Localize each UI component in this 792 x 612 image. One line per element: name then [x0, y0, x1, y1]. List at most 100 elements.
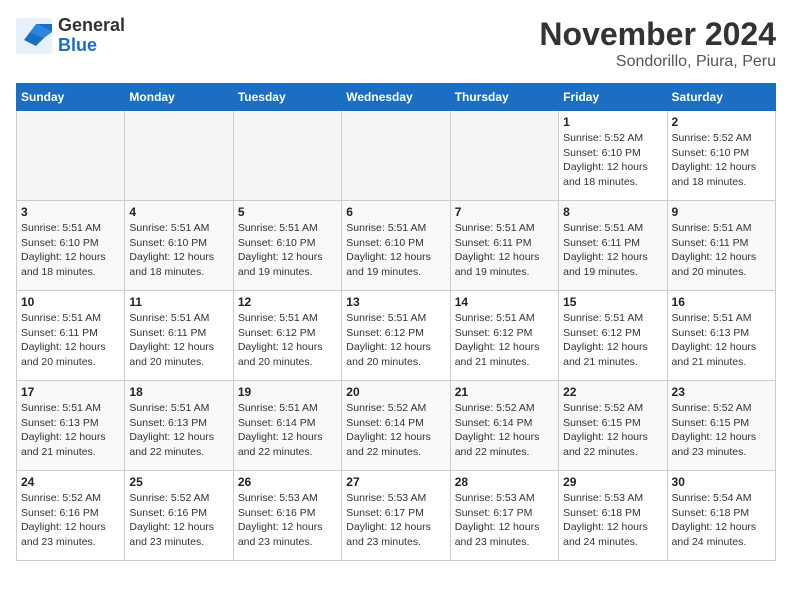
day-info: Sunrise: 5:52 AM Sunset: 6:15 PM Dayligh… [563, 401, 662, 460]
day-info: Sunrise: 5:51 AM Sunset: 6:10 PM Dayligh… [238, 221, 337, 280]
calendar-cell: 24 Sunrise: 5:52 AM Sunset: 6:16 PM Dayli… [17, 471, 125, 561]
calendar-header: SundayMondayTuesdayWednesdayThursdayFrid… [17, 84, 776, 111]
day-info: Sunrise: 5:51 AM Sunset: 6:10 PM Dayligh… [346, 221, 445, 280]
weekday-header: Saturday [667, 84, 775, 111]
day-number: 21 [455, 385, 554, 399]
day-number: 1 [563, 115, 662, 129]
day-info: Sunrise: 5:53 AM Sunset: 6:16 PM Dayligh… [238, 491, 337, 550]
day-number: 2 [672, 115, 771, 129]
calendar-title: November 2024 [539, 16, 776, 53]
day-info: Sunrise: 5:52 AM Sunset: 6:14 PM Dayligh… [346, 401, 445, 460]
day-info: Sunrise: 5:51 AM Sunset: 6:12 PM Dayligh… [346, 311, 445, 370]
day-info: Sunrise: 5:51 AM Sunset: 6:13 PM Dayligh… [21, 401, 120, 460]
calendar-cell [125, 111, 233, 201]
calendar-cell: 27 Sunrise: 5:53 AM Sunset: 6:17 PM Dayli… [342, 471, 450, 561]
day-number: 27 [346, 475, 445, 489]
calendar-cell: 20 Sunrise: 5:52 AM Sunset: 6:14 PM Dayli… [342, 381, 450, 471]
calendar-subtitle: Sondorillo, Piura, Peru [539, 53, 776, 71]
page-header: General Blue November 2024 Sondorillo, P… [16, 16, 776, 71]
day-number: 19 [238, 385, 337, 399]
day-info: Sunrise: 5:51 AM Sunset: 6:11 PM Dayligh… [21, 311, 120, 370]
day-number: 4 [129, 205, 228, 219]
day-info: Sunrise: 5:51 AM Sunset: 6:13 PM Dayligh… [129, 401, 228, 460]
day-number: 25 [129, 475, 228, 489]
day-info: Sunrise: 5:54 AM Sunset: 6:18 PM Dayligh… [672, 491, 771, 550]
day-number: 24 [21, 475, 120, 489]
day-info: Sunrise: 5:52 AM Sunset: 6:14 PM Dayligh… [455, 401, 554, 460]
day-number: 28 [455, 475, 554, 489]
calendar-cell: 13 Sunrise: 5:51 AM Sunset: 6:12 PM Dayli… [342, 291, 450, 381]
logo-text: General Blue [58, 16, 125, 56]
calendar-cell: 5 Sunrise: 5:51 AM Sunset: 6:10 PM Daylig… [233, 201, 341, 291]
day-number: 8 [563, 205, 662, 219]
calendar-cell: 6 Sunrise: 5:51 AM Sunset: 6:10 PM Daylig… [342, 201, 450, 291]
day-number: 10 [21, 295, 120, 309]
calendar-cell: 9Sunrise: 5:51 AM Sunset: 6:11 PM Daylig… [667, 201, 775, 291]
calendar-week-row: 17 Sunrise: 5:51 AM Sunset: 6:13 PM Dayli… [17, 381, 776, 471]
day-number: 3 [21, 205, 120, 219]
day-number: 30 [672, 475, 771, 489]
day-info: Sunrise: 5:53 AM Sunset: 6:18 PM Dayligh… [563, 491, 662, 550]
day-number: 9 [672, 205, 771, 219]
weekday-header: Thursday [450, 84, 558, 111]
day-number: 13 [346, 295, 445, 309]
day-info: Sunrise: 5:52 AM Sunset: 6:16 PM Dayligh… [21, 491, 120, 550]
calendar-week-row: 10 Sunrise: 5:51 AM Sunset: 6:11 PM Dayli… [17, 291, 776, 381]
day-number: 14 [455, 295, 554, 309]
logo: General Blue [16, 16, 125, 56]
calendar-week-row: 24 Sunrise: 5:52 AM Sunset: 6:16 PM Dayli… [17, 471, 776, 561]
calendar-cell: 29 Sunrise: 5:53 AM Sunset: 6:18 PM Dayli… [559, 471, 667, 561]
calendar-cell [233, 111, 341, 201]
day-number: 23 [672, 385, 771, 399]
day-number: 26 [238, 475, 337, 489]
day-info: Sunrise: 5:51 AM Sunset: 6:11 PM Dayligh… [455, 221, 554, 280]
day-info: Sunrise: 5:52 AM Sunset: 6:10 PM Dayligh… [672, 131, 771, 190]
calendar-cell: 28Sunrise: 5:53 AM Sunset: 6:17 PM Dayli… [450, 471, 558, 561]
calendar-table: SundayMondayTuesdayWednesdayThursdayFrid… [16, 83, 776, 561]
calendar-cell: 2 Sunrise: 5:52 AM Sunset: 6:10 PM Daylig… [667, 111, 775, 201]
calendar-cell: 19 Sunrise: 5:51 AM Sunset: 6:14 PM Dayli… [233, 381, 341, 471]
calendar-cell [17, 111, 125, 201]
calendar-cell: 10 Sunrise: 5:51 AM Sunset: 6:11 PM Dayli… [17, 291, 125, 381]
day-info: Sunrise: 5:51 AM Sunset: 6:10 PM Dayligh… [21, 221, 120, 280]
calendar-cell [342, 111, 450, 201]
day-number: 5 [238, 205, 337, 219]
weekday-header: Friday [559, 84, 667, 111]
calendar-cell [450, 111, 558, 201]
calendar-cell: 11 Sunrise: 5:51 AM Sunset: 6:11 PM Dayli… [125, 291, 233, 381]
calendar-cell: 22Sunrise: 5:52 AM Sunset: 6:15 PM Dayli… [559, 381, 667, 471]
calendar-cell: 4 Sunrise: 5:51 AM Sunset: 6:10 PM Daylig… [125, 201, 233, 291]
day-number: 11 [129, 295, 228, 309]
day-info: Sunrise: 5:51 AM Sunset: 6:14 PM Dayligh… [238, 401, 337, 460]
calendar-cell: 3 Sunrise: 5:51 AM Sunset: 6:10 PM Daylig… [17, 201, 125, 291]
day-info: Sunrise: 5:51 AM Sunset: 6:12 PM Dayligh… [563, 311, 662, 370]
day-number: 18 [129, 385, 228, 399]
day-number: 12 [238, 295, 337, 309]
day-info: Sunrise: 5:51 AM Sunset: 6:11 PM Dayligh… [563, 221, 662, 280]
day-number: 29 [563, 475, 662, 489]
calendar-cell: 1Sunrise: 5:52 AM Sunset: 6:10 PM Daylig… [559, 111, 667, 201]
day-info: Sunrise: 5:53 AM Sunset: 6:17 PM Dayligh… [346, 491, 445, 550]
day-info: Sunrise: 5:51 AM Sunset: 6:10 PM Dayligh… [129, 221, 228, 280]
day-info: Sunrise: 5:51 AM Sunset: 6:12 PM Dayligh… [455, 311, 554, 370]
day-number: 15 [563, 295, 662, 309]
day-number: 20 [346, 385, 445, 399]
day-info: Sunrise: 5:51 AM Sunset: 6:11 PM Dayligh… [129, 311, 228, 370]
calendar-cell: 25Sunrise: 5:52 AM Sunset: 6:16 PM Dayli… [125, 471, 233, 561]
calendar-cell: 14 Sunrise: 5:51 AM Sunset: 6:12 PM Dayli… [450, 291, 558, 381]
day-number: 7 [455, 205, 554, 219]
calendar-cell: 26 Sunrise: 5:53 AM Sunset: 6:16 PM Dayli… [233, 471, 341, 561]
calendar-cell: 12 Sunrise: 5:51 AM Sunset: 6:12 PM Dayli… [233, 291, 341, 381]
day-number: 17 [21, 385, 120, 399]
calendar-cell: 30 Sunrise: 5:54 AM Sunset: 6:18 PM Dayli… [667, 471, 775, 561]
calendar-week-row: 1 Sunrise: 5:52 AM Sunset: 6:10 PM Daylig… [17, 111, 776, 201]
logo-icon [16, 18, 52, 54]
day-info: Sunrise: 5:51 AM Sunset: 6:12 PM Dayligh… [238, 311, 337, 370]
calendar-cell: 16Sunrise: 5:51 AM Sunset: 6:13 PM Dayli… [667, 291, 775, 381]
day-number: 6 [346, 205, 445, 219]
calendar-cell: 17 Sunrise: 5:51 AM Sunset: 6:13 PM Dayli… [17, 381, 125, 471]
calendar-cell: 23Sunrise: 5:52 AM Sunset: 6:15 PM Dayli… [667, 381, 775, 471]
day-info: Sunrise: 5:51 AM Sunset: 6:13 PM Dayligh… [672, 311, 771, 370]
weekday-header: Monday [125, 84, 233, 111]
weekday-header: Sunday [17, 84, 125, 111]
